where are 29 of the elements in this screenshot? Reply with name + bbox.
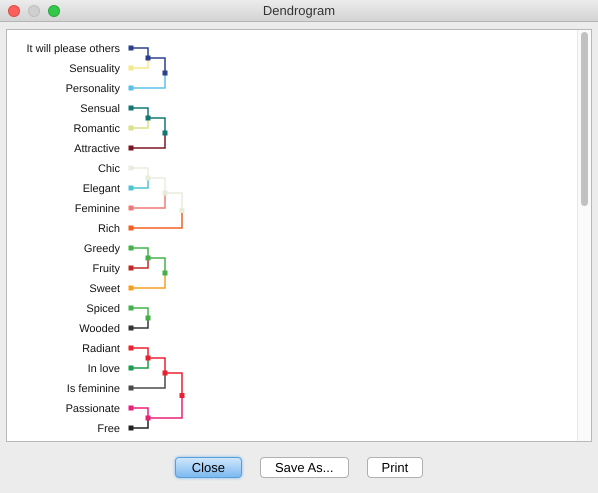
- leaf-label: Elegant: [82, 183, 120, 195]
- leaf-label: Radiant: [82, 343, 120, 355]
- minimize-button[interactable]: [28, 5, 40, 17]
- leaf-label: Personality: [66, 83, 120, 95]
- leaf-label: It will please others: [26, 43, 120, 55]
- zoom-button[interactable]: [48, 5, 60, 17]
- dialog-button[interactable]: Save As...: [260, 457, 349, 478]
- leaf-label: Spiced: [86, 303, 120, 315]
- leaf-label: Feminine: [74, 203, 120, 215]
- leaf-label: Fruity: [92, 263, 120, 275]
- leaf-label: Is feminine: [66, 383, 120, 395]
- dialog-button[interactable]: Close: [174, 457, 242, 478]
- leaf-label: Sensuality: [69, 63, 120, 75]
- leaf-label: Chic: [98, 163, 120, 175]
- window-title: Dendrogram: [262, 2, 336, 20]
- leaf-label: Attractive: [74, 143, 120, 155]
- scrollbar-thumb[interactable]: [581, 32, 588, 206]
- close-window-button[interactable]: [8, 5, 20, 17]
- leaf-label: Sensual: [80, 103, 120, 115]
- leaf-label: Rich: [98, 223, 120, 235]
- leaf-label: In love: [88, 363, 120, 375]
- scrollbar[interactable]: [577, 30, 591, 441]
- leaf-label: Wooded: [79, 323, 120, 335]
- leaf-label: Passionate: [66, 403, 120, 415]
- leaf-label: Free: [97, 423, 120, 435]
- leaf-label: Romantic: [74, 123, 120, 135]
- leaf-label: Greedy: [84, 243, 120, 255]
- dialog-button[interactable]: Print: [366, 457, 424, 478]
- leaf-label: Sweet: [89, 283, 120, 295]
